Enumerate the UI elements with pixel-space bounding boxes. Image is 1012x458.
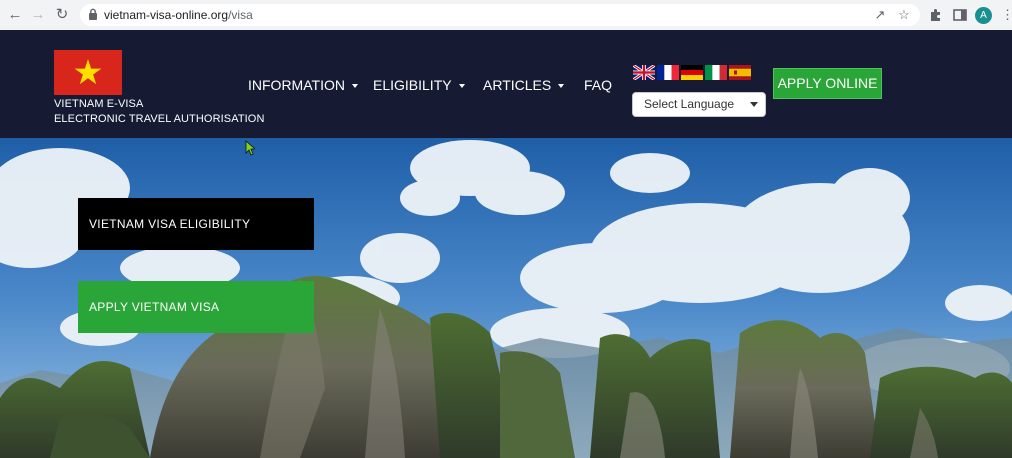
url-path: /visa bbox=[228, 8, 253, 22]
caret-down-icon bbox=[351, 84, 358, 89]
apply-online-button[interactable]: APPLY ONLINE bbox=[773, 68, 882, 99]
nav-eligibility[interactable]: ELIGIBILITY bbox=[373, 77, 465, 93]
nav-information[interactable]: INFORMATION bbox=[248, 77, 358, 93]
brand-subtitle[interactable]: ELECTRONIC TRAVEL AUTHORISATION bbox=[54, 113, 265, 125]
side-panel-icon[interactable] bbox=[951, 6, 969, 24]
forward-icon[interactable]: → bbox=[28, 5, 48, 25]
nav-articles[interactable]: ARTICLES bbox=[483, 77, 565, 93]
bookmark-star-icon[interactable]: ☆ bbox=[895, 6, 913, 24]
browser-menu-icon[interactable]: ⋮ bbox=[1001, 6, 1012, 24]
nav-articles-label: ARTICLES bbox=[483, 77, 552, 93]
italy-flag-icon[interactable] bbox=[705, 65, 727, 80]
back-icon[interactable]: ← bbox=[5, 5, 25, 25]
language-select-value: Select Language bbox=[644, 97, 735, 111]
germany-flag-icon[interactable] bbox=[681, 65, 703, 80]
address-bar[interactable]: vietnam-visa-online.org/visa ↗ ☆ bbox=[80, 4, 920, 26]
url-text: vietnam-visa-online.org/visa bbox=[104, 4, 253, 26]
brand-title[interactable]: VIETNAM E-VISA bbox=[54, 98, 143, 110]
france-flag-icon[interactable] bbox=[657, 65, 679, 80]
nav-information-label: INFORMATION bbox=[248, 77, 345, 93]
select-arrow-icon bbox=[750, 102, 758, 107]
share-icon[interactable]: ↗ bbox=[871, 6, 889, 24]
vietnam-flag-logo[interactable] bbox=[54, 50, 122, 95]
extensions-puzzle-icon[interactable] bbox=[927, 6, 945, 24]
language-select[interactable]: Select Language bbox=[632, 92, 766, 117]
nav-eligibility-label: ELIGIBILITY bbox=[373, 77, 452, 93]
profile-avatar[interactable]: A bbox=[975, 7, 992, 24]
lock-icon bbox=[89, 8, 97, 20]
browser-toolbar: ← → ↻ vietnam-visa-online.org/visa ↗ ☆ A… bbox=[0, 0, 1012, 31]
url-domain: vietnam-visa-online.org bbox=[104, 8, 229, 22]
site-header: VIETNAM E-VISA ELECTRONIC TRAVEL AUTHORI… bbox=[0, 30, 1012, 138]
nav-faq[interactable]: FAQ bbox=[584, 77, 612, 93]
mouse-cursor-icon bbox=[245, 140, 255, 156]
reload-icon[interactable]: ↻ bbox=[52, 5, 72, 25]
hero-banner: VIETNAM VISA ELIGIBILITY APPLY VIETNAM V… bbox=[0, 138, 1012, 458]
apply-visa-cta-button[interactable]: APPLY VIETNAM VISA bbox=[78, 281, 314, 333]
spain-flag-icon[interactable] bbox=[729, 65, 751, 80]
eligibility-cta-button[interactable]: VIETNAM VISA ELIGIBILITY bbox=[78, 198, 314, 250]
caret-down-icon bbox=[458, 84, 465, 89]
uk-flag-icon[interactable] bbox=[633, 65, 655, 80]
caret-down-icon bbox=[558, 84, 565, 89]
